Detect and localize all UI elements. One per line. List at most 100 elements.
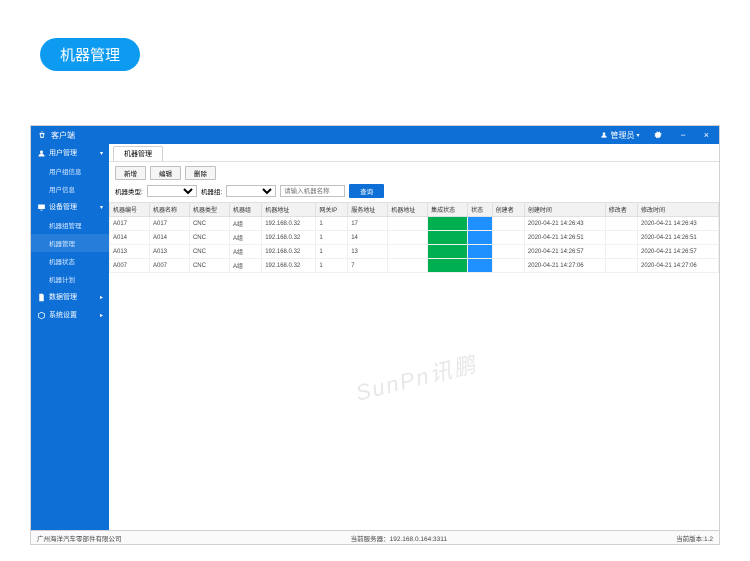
table-cell: A007: [149, 259, 189, 273]
table-row[interactable]: A013A013CNCA组192.168.0.32113 2020-04-21 …: [110, 245, 719, 259]
status-cell: [468, 259, 493, 273]
table-cell: 2020-04-21 14:27:06: [638, 259, 719, 273]
server-label: 当前服务器：: [351, 536, 390, 543]
table-cell: A017: [149, 217, 189, 231]
settings-button[interactable]: [649, 130, 666, 141]
table-row[interactable]: A017A017CNCA组192.168.0.32117 2020-04-21 …: [110, 217, 719, 231]
sidebar-group-label: 设备管理: [49, 202, 77, 212]
filter-group-select[interactable]: [226, 185, 276, 197]
chevron-icon: ▾: [100, 204, 103, 211]
sidebar-item-0-1[interactable]: 用户信息: [31, 180, 109, 198]
table-cell: CNC: [189, 217, 229, 231]
sidebar-group-1[interactable]: 设备管理 ▾: [31, 198, 109, 216]
table-header: 集成状态: [428, 203, 468, 217]
table-cell: [605, 231, 637, 245]
table-cell: [605, 217, 637, 231]
edit-button[interactable]: 编辑: [150, 166, 181, 180]
new-button[interactable]: 新增: [115, 166, 146, 180]
table-cell: [492, 245, 524, 259]
delete-button[interactable]: 删除: [185, 166, 216, 180]
sidebar-group-label: 用户管理: [49, 148, 77, 158]
sidebar-item-1-3[interactable]: 机器计划: [31, 270, 109, 288]
table-cell: A013: [110, 245, 150, 259]
close-button[interactable]: ×: [700, 130, 713, 140]
sidebar-group-0[interactable]: 用户管理 ▾: [31, 144, 109, 162]
table-cell: A013: [149, 245, 189, 259]
query-button[interactable]: 查询: [349, 184, 384, 198]
table-cell: A014: [149, 231, 189, 245]
table-row[interactable]: A007A007CNCA组192.168.0.3217 2020-04-21 1…: [110, 259, 719, 273]
company-name: 广州海洋汽车零部件有限公司: [37, 533, 122, 543]
users-icon: [37, 149, 46, 158]
table-header: 网关IP: [316, 203, 348, 217]
table-cell: [605, 245, 637, 259]
filter-type-label: 机器类型:: [115, 186, 143, 196]
sidebar-item-0-0[interactable]: 用户组信息: [31, 162, 109, 180]
page-badge: 机器管理: [40, 38, 140, 71]
sidebar-item-1-0[interactable]: 机器组管理: [31, 216, 109, 234]
minimize-button[interactable]: −: [676, 130, 689, 140]
status-cell: [468, 217, 493, 231]
table-header: 机器编号: [110, 203, 150, 217]
table-cell: [388, 231, 428, 245]
table-cell: [388, 259, 428, 273]
chevron-icon: ▸: [100, 312, 103, 319]
main-panel: 机器管理 新增 编辑 删除 机器类型: 机器组: 查询: [109, 144, 719, 530]
table-cell: CNC: [189, 245, 229, 259]
table-header: 创建者: [492, 203, 524, 217]
table-cell: 1: [316, 217, 348, 231]
table-cell: A组: [229, 231, 261, 245]
table-cell: A组: [229, 217, 261, 231]
sidebar-group-label: 系统设置: [49, 310, 77, 320]
table-header: 机器地址: [262, 203, 316, 217]
machine-table: 机器编号机器名称机器类型机器组机器地址网关IP服务地址机器地址集成状态状态创建者…: [109, 202, 719, 273]
table-cell: [388, 217, 428, 231]
status-cell: [468, 231, 493, 245]
sidebar: 用户管理▾用户组信息用户信息设备管理▾机器组管理机器管理机器状态机器计划数据管理…: [31, 144, 109, 530]
table-cell: [492, 217, 524, 231]
table-cell: A组: [229, 259, 261, 273]
current-user[interactable]: 管理员 ▾: [600, 130, 639, 141]
filter-type-select[interactable]: [147, 185, 197, 197]
table-cell: CNC: [189, 231, 229, 245]
table-cell: CNC: [189, 259, 229, 273]
monitor-icon: [37, 203, 46, 212]
table-header: 服务地址: [348, 203, 388, 217]
status-cell: [428, 231, 468, 245]
sidebar-item-1-2[interactable]: 机器状态: [31, 252, 109, 270]
status-cell: [468, 245, 493, 259]
table-cell: 14: [348, 231, 388, 245]
table-cell: 2020-04-21 14:26:43: [524, 217, 605, 231]
sidebar-group-label: 数据管理: [49, 292, 77, 302]
version-value: 1.2: [704, 536, 713, 543]
status-bar: 广州海洋汽车零部件有限公司 当前服务器：192.168.0.164:3311 当…: [31, 530, 719, 544]
sidebar-group-3[interactable]: 系统设置 ▸: [31, 306, 109, 324]
table-row[interactable]: A014A014CNCA组192.168.0.32114 2020-04-21 …: [110, 231, 719, 245]
table-header: 修改时间: [638, 203, 719, 217]
toolbar: 新增 编辑 删除 机器类型: 机器组: 查询: [109, 162, 719, 202]
table-cell: 2020-04-21 14:26:43: [638, 217, 719, 231]
table-cell: [388, 245, 428, 259]
table-cell: 2020-04-21 14:26:57: [524, 245, 605, 259]
table-cell: 1: [316, 245, 348, 259]
table-cell: 2020-04-21 14:26:57: [638, 245, 719, 259]
table-cell: 192.168.0.32: [262, 259, 316, 273]
table-header: 修改者: [605, 203, 637, 217]
version-label: 当前版本:: [676, 536, 704, 543]
watermark: SunPn讯鹏: [352, 346, 480, 407]
chevron-icon: ▾: [100, 150, 103, 157]
filter-group-label: 机器组:: [201, 186, 222, 196]
sidebar-group-2[interactable]: 数据管理▸: [31, 288, 109, 306]
table-header: 机器地址: [388, 203, 428, 217]
cube-icon: [37, 311, 46, 320]
table-header: 机器组: [229, 203, 261, 217]
doc-icon: [37, 293, 46, 302]
table-cell: [492, 259, 524, 273]
status-cell: [428, 259, 468, 273]
table-cell: 1: [316, 259, 348, 273]
status-cell: [428, 217, 468, 231]
search-input[interactable]: [280, 185, 345, 197]
app-window: 客户端 管理员 ▾ − × 用户管理▾用户组信息用户信息设备管理▾机器组管理机器…: [30, 125, 720, 545]
sidebar-item-1-1[interactable]: 机器管理: [31, 234, 109, 252]
tab-machine-manage[interactable]: 机器管理: [113, 146, 163, 161]
